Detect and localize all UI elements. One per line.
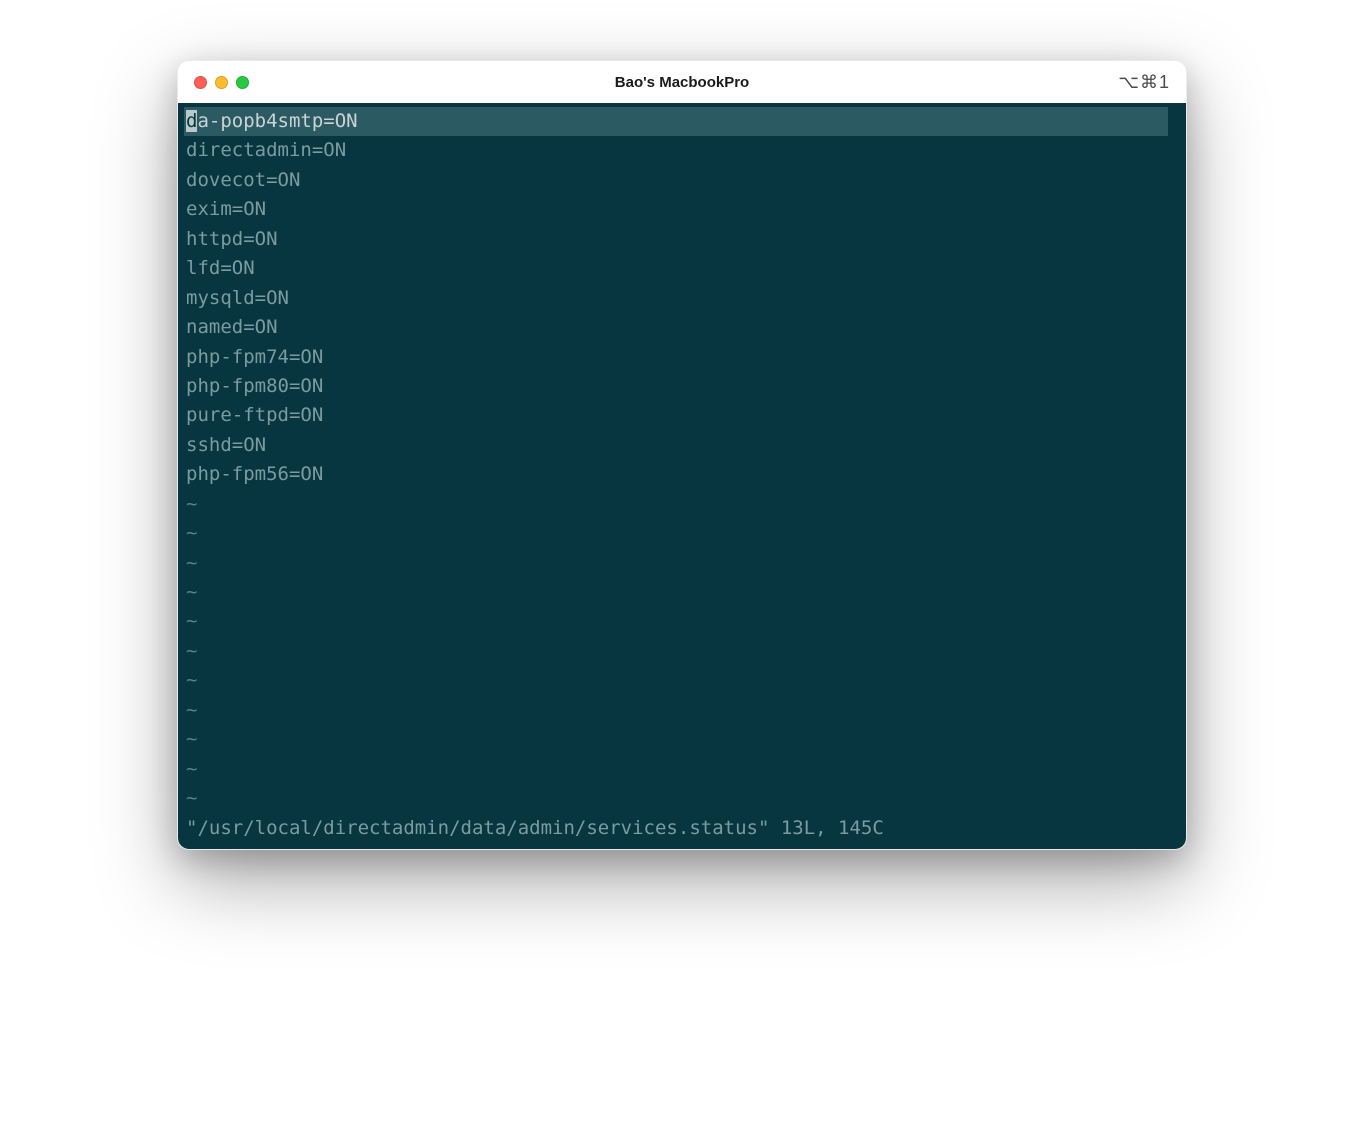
window-titlebar: Bao's MacbookPro ⌥⌘1: [178, 61, 1186, 103]
minimize-button[interactable]: [215, 76, 228, 89]
editor-line: mysqld=ON: [184, 284, 1180, 313]
editor-line: php-fpm80=ON: [184, 372, 1180, 401]
editor-line: httpd=ON: [184, 225, 1180, 254]
empty-line-marker: ~: [184, 490, 1180, 519]
empty-line-marker: ~: [184, 578, 1180, 607]
editor-line: lfd=ON: [184, 254, 1180, 283]
empty-line-marker: ~: [184, 549, 1180, 578]
empty-line-marker: ~: [184, 755, 1180, 784]
empty-line-marker: ~: [184, 637, 1180, 666]
editor-line: da-popb4smtp=ON: [184, 107, 1168, 136]
editor-line: dovecot=ON: [184, 166, 1180, 195]
editor-line: sshd=ON: [184, 431, 1180, 460]
cursor: d: [186, 110, 197, 132]
empty-line-marker: ~: [184, 696, 1180, 725]
terminal-window: Bao's MacbookPro ⌥⌘1 da-popb4smtp=ONdire…: [177, 60, 1187, 850]
zoom-button[interactable]: [236, 76, 249, 89]
editor-line: php-fpm56=ON: [184, 460, 1180, 489]
editor-line: pure-ftpd=ON: [184, 401, 1180, 430]
close-button[interactable]: [194, 76, 207, 89]
editor-line: named=ON: [184, 313, 1180, 342]
editor-line: directadmin=ON: [184, 136, 1180, 165]
vim-status-line: "/usr/local/directadmin/data/admin/servi…: [184, 814, 1180, 843]
terminal-content: da-popb4smtp=ONdirectadmin=ONdovecot=ONe…: [184, 107, 1180, 843]
traffic-lights: [194, 76, 249, 89]
editor-line: php-fpm74=ON: [184, 343, 1180, 372]
shortcut-hint: ⌥⌘1: [1118, 72, 1170, 93]
empty-line-marker: ~: [184, 519, 1180, 548]
terminal-area[interactable]: da-popb4smtp=ONdirectadmin=ONdovecot=ONe…: [178, 103, 1186, 849]
empty-line-marker: ~: [184, 607, 1180, 636]
editor-line: exim=ON: [184, 195, 1180, 224]
empty-line-marker: ~: [184, 666, 1180, 695]
empty-line-marker: ~: [184, 784, 1180, 813]
window-title: Bao's MacbookPro: [615, 74, 749, 91]
empty-line-marker: ~: [184, 725, 1180, 754]
